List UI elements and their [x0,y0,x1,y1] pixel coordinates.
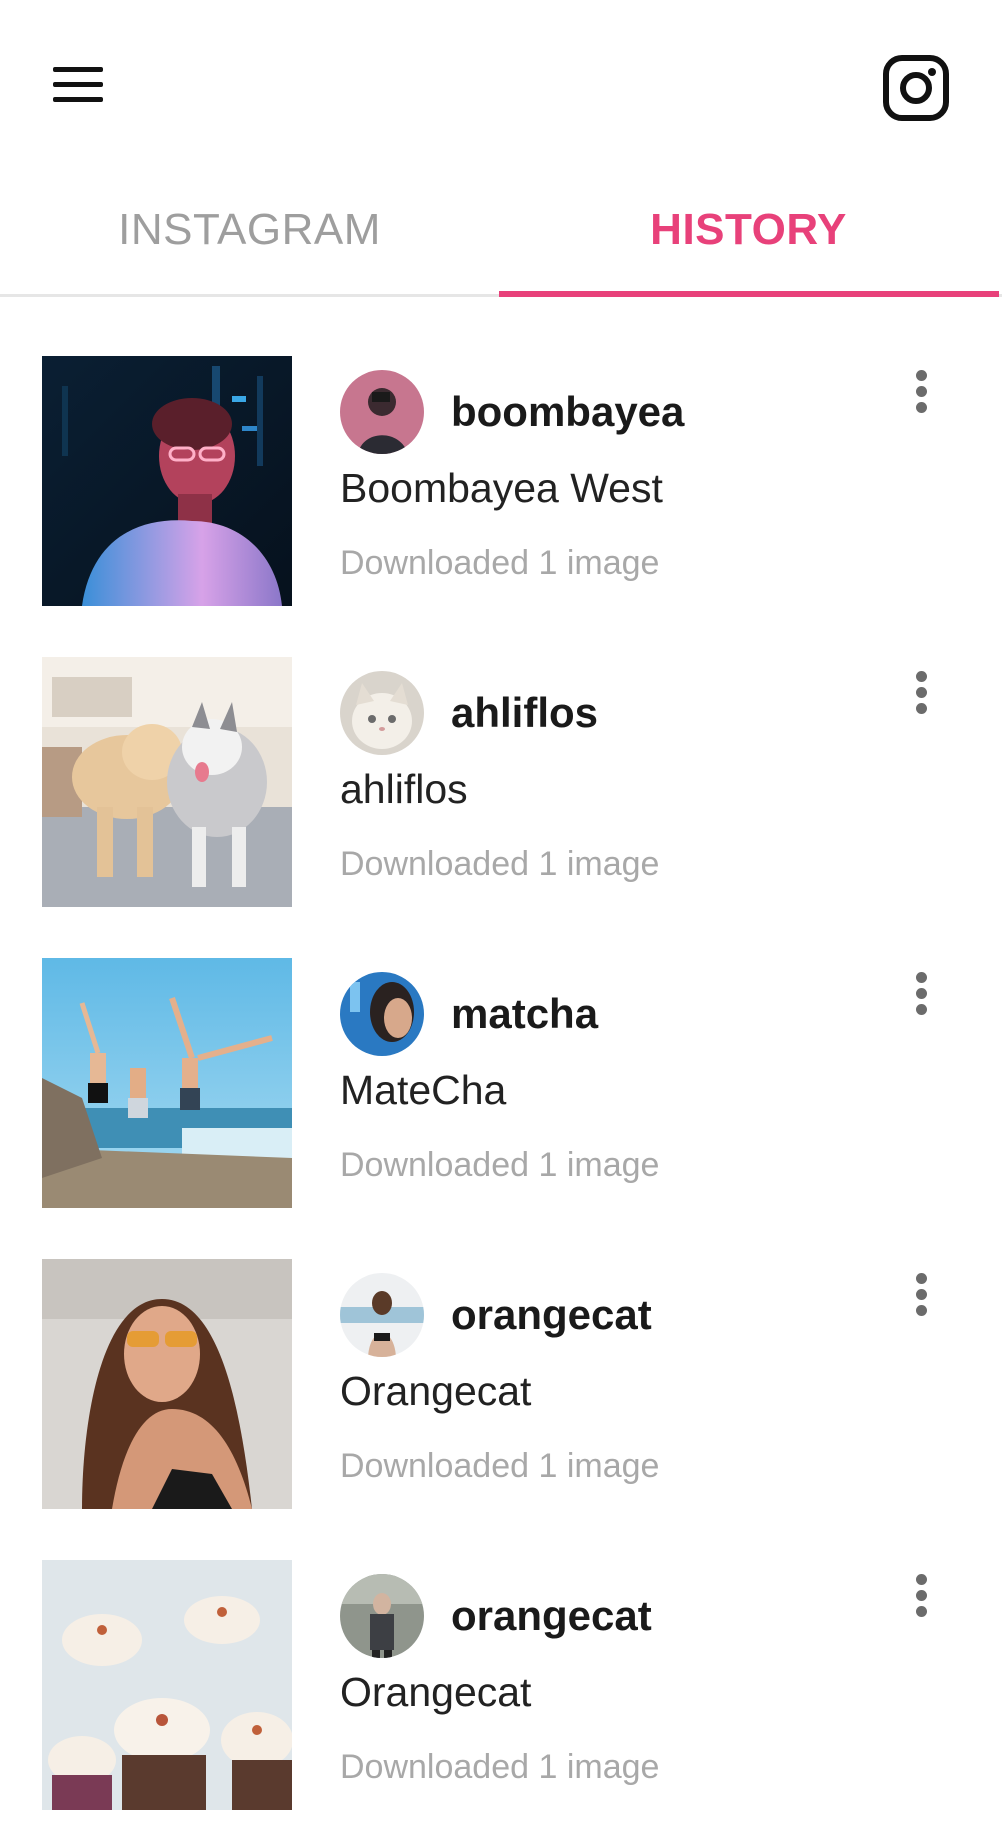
more-vertical-icon[interactable] [900,1568,944,1624]
more-vertical-icon[interactable] [900,665,944,721]
full-name: MateCha [340,1067,507,1113]
download-status: Downloaded 1 image [340,544,660,582]
avatar[interactable] [340,370,424,454]
download-status: Downloaded 1 image [340,1447,660,1485]
post-thumbnail[interactable] [42,657,292,907]
list-item[interactable]: boombayea Boombayea West Downloaded 1 im… [0,328,1002,628]
tab-instagram[interactable]: INSTAGRAM [0,180,499,280]
username: matcha [451,990,599,1037]
full-name: ahliflos [340,766,468,812]
username: boombayea [451,388,685,435]
list-item[interactable]: matcha MateCha Downloaded 1 image [0,930,1002,1230]
full-name: Orangecat [340,1669,532,1715]
download-status: Downloaded 1 image [340,845,660,883]
username: ahliflos [451,689,599,736]
list-item[interactable]: orangecat Orangecat Downloaded 1 image [0,1231,1002,1531]
username: orangecat [451,1291,652,1338]
tab-active-indicator [499,291,999,297]
post-thumbnail[interactable] [42,1560,292,1810]
more-vertical-icon[interactable] [900,364,944,420]
post-thumbnail[interactable] [42,356,292,606]
download-status: Downloaded 1 image [340,1146,660,1184]
avatar[interactable] [340,1574,424,1658]
download-status: Downloaded 1 image [340,1748,660,1786]
avatar[interactable] [340,1273,424,1357]
instagram-logo-icon[interactable] [882,54,950,122]
tab-bar: INSTAGRAM HISTORY [0,180,1002,298]
avatar[interactable] [340,972,424,1056]
list-item[interactable]: ahliflos ahliflos Downloaded 1 image [0,629,1002,929]
tab-history[interactable]: HISTORY [499,180,998,280]
post-thumbnail[interactable] [42,958,292,1208]
hamburger-menu-icon[interactable] [44,56,108,112]
post-thumbnail[interactable] [42,1259,292,1509]
username: orangecat [451,1592,652,1639]
more-vertical-icon[interactable] [900,966,944,1022]
list-item[interactable]: orangecat Orangecat Downloaded 1 image [0,1532,1002,1832]
full-name: Boombayea West [340,465,663,511]
more-vertical-icon[interactable] [900,1267,944,1323]
full-name: Orangecat [340,1368,532,1414]
avatar[interactable] [340,671,424,755]
app-bar [0,0,1002,170]
